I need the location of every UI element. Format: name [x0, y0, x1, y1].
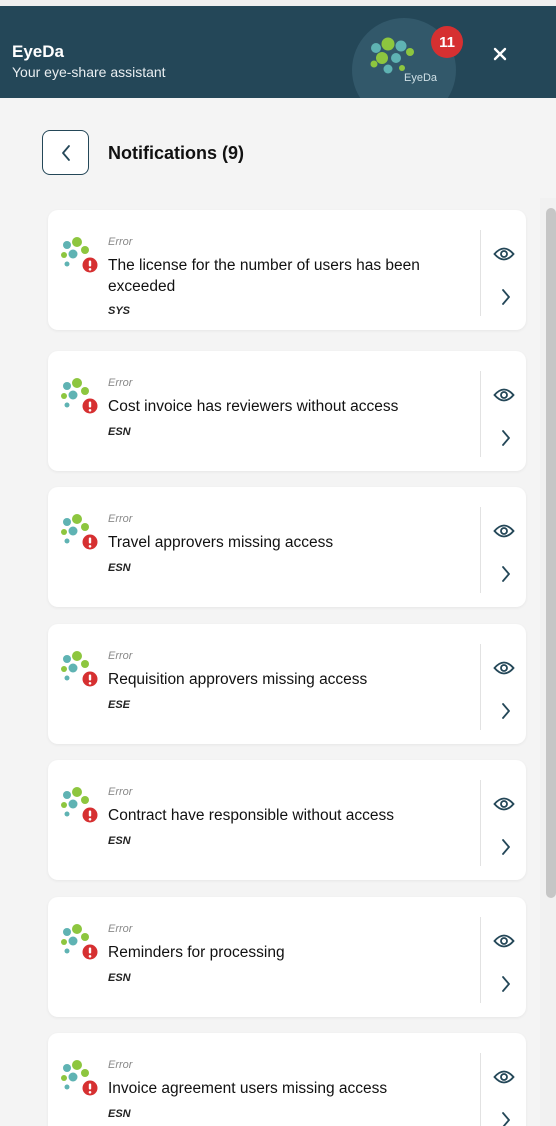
open-notification-button[interactable]: [494, 284, 518, 310]
notification-type: Error: [108, 236, 133, 248]
error-alert-icon: [61, 1060, 98, 1096]
open-notification-button[interactable]: [494, 425, 518, 451]
chevron-right-icon: [502, 430, 510, 446]
app-subtitle: Your eye-share assistant: [12, 64, 166, 80]
card-divider: [480, 780, 481, 866]
eye-icon: [493, 934, 515, 948]
eye-icon: [493, 388, 515, 402]
notification-type: Error: [108, 377, 133, 389]
chevron-left-icon: [61, 144, 70, 161]
notifications-toolbar: Notifications (9): [0, 98, 556, 198]
notification-source: ESN: [108, 835, 131, 847]
page-title: Notifications (9): [108, 143, 245, 163]
chevron-right-icon: [502, 839, 510, 855]
card-divider: [480, 1053, 481, 1126]
eyeda-logo-icon: [370, 37, 414, 74]
notification-source: ESN: [108, 426, 131, 438]
chevron-right-icon: [502, 703, 510, 719]
close-icon: [493, 47, 507, 61]
notification-source: SYS: [108, 305, 131, 317]
eye-icon: [493, 797, 515, 811]
card-divider: [480, 917, 481, 1003]
view-button[interactable]: [492, 792, 516, 816]
notification-message: The license for the number of users has …: [108, 257, 420, 295]
error-alert-icon: [61, 237, 98, 273]
notification-count-badge[interactable]: 11: [431, 26, 463, 58]
notification-source: ESN: [108, 562, 131, 574]
notification-message: Reminders for processing: [108, 944, 285, 961]
error-alert-icon: [61, 378, 98, 414]
open-notification-button[interactable]: [494, 834, 518, 860]
error-alert-icon: [61, 514, 98, 550]
notification-card[interactable]: Error Reminders for processing ESN: [48, 897, 526, 1017]
notification-card[interactable]: Error Cost invoice has reviewers without…: [48, 351, 526, 471]
view-button[interactable]: [492, 242, 516, 266]
notification-type: Error: [108, 1059, 133, 1071]
notification-card[interactable]: Error Invoice agreement users missing ac…: [48, 1033, 526, 1126]
error-alert-icon: [61, 924, 98, 960]
chevron-right-icon: [502, 1112, 510, 1126]
error-alert-icon: [61, 787, 98, 823]
app-title: EyeDa: [12, 42, 64, 61]
card-divider: [480, 371, 481, 457]
open-notification-button[interactable]: [494, 698, 518, 724]
notification-list: Error The license for the number of user…: [0, 198, 540, 1126]
notification-card[interactable]: Error Requisition approvers missing acce…: [48, 624, 526, 744]
notification-type: Error: [108, 513, 133, 525]
notification-source: ESN: [108, 1108, 131, 1120]
assistant-header: EyeDa Your eye-share assistant EyeDa 11: [0, 6, 556, 98]
eye-icon: [493, 1070, 515, 1084]
logo-text: EyeDa: [404, 72, 438, 84]
view-button[interactable]: [492, 383, 516, 407]
chevron-right-icon: [502, 289, 510, 305]
view-button[interactable]: [492, 656, 516, 680]
notification-type: Error: [108, 650, 133, 662]
notification-type: Error: [108, 786, 133, 798]
open-notification-button[interactable]: [494, 971, 518, 997]
view-button[interactable]: [492, 929, 516, 953]
scrollbar-thumb[interactable]: [546, 208, 556, 898]
notification-message: Invoice agreement users missing access: [108, 1080, 388, 1097]
view-button[interactable]: [492, 519, 516, 543]
card-divider: [480, 644, 481, 730]
back-button[interactable]: [42, 130, 89, 175]
card-divider: [480, 507, 481, 593]
chevron-right-icon: [502, 976, 510, 992]
card-divider: [480, 230, 481, 316]
eye-icon: [493, 524, 515, 538]
notification-type: Error: [108, 923, 133, 935]
notification-message: Cost invoice has reviewers without acces…: [108, 398, 399, 415]
notification-card[interactable]: Error Travel approvers missing access ES…: [48, 487, 526, 607]
notification-card[interactable]: Error Contract have responsible without …: [48, 760, 526, 880]
notification-source: ESE: [108, 699, 131, 711]
error-alert-icon: [61, 651, 98, 687]
notification-message: Contract have responsible without access: [108, 807, 395, 824]
open-notification-button[interactable]: [494, 561, 518, 587]
eye-icon: [493, 247, 515, 261]
notification-message: Travel approvers missing access: [108, 534, 334, 551]
notification-card[interactable]: Error The license for the number of user…: [48, 210, 526, 330]
notification-message: Requisition approvers missing access: [108, 671, 368, 688]
chevron-right-icon: [502, 566, 510, 582]
open-notification-button[interactable]: [494, 1107, 518, 1126]
close-button[interactable]: [486, 40, 514, 68]
eye-icon: [493, 661, 515, 675]
notification-source: ESN: [108, 972, 131, 984]
view-button[interactable]: [492, 1065, 516, 1089]
